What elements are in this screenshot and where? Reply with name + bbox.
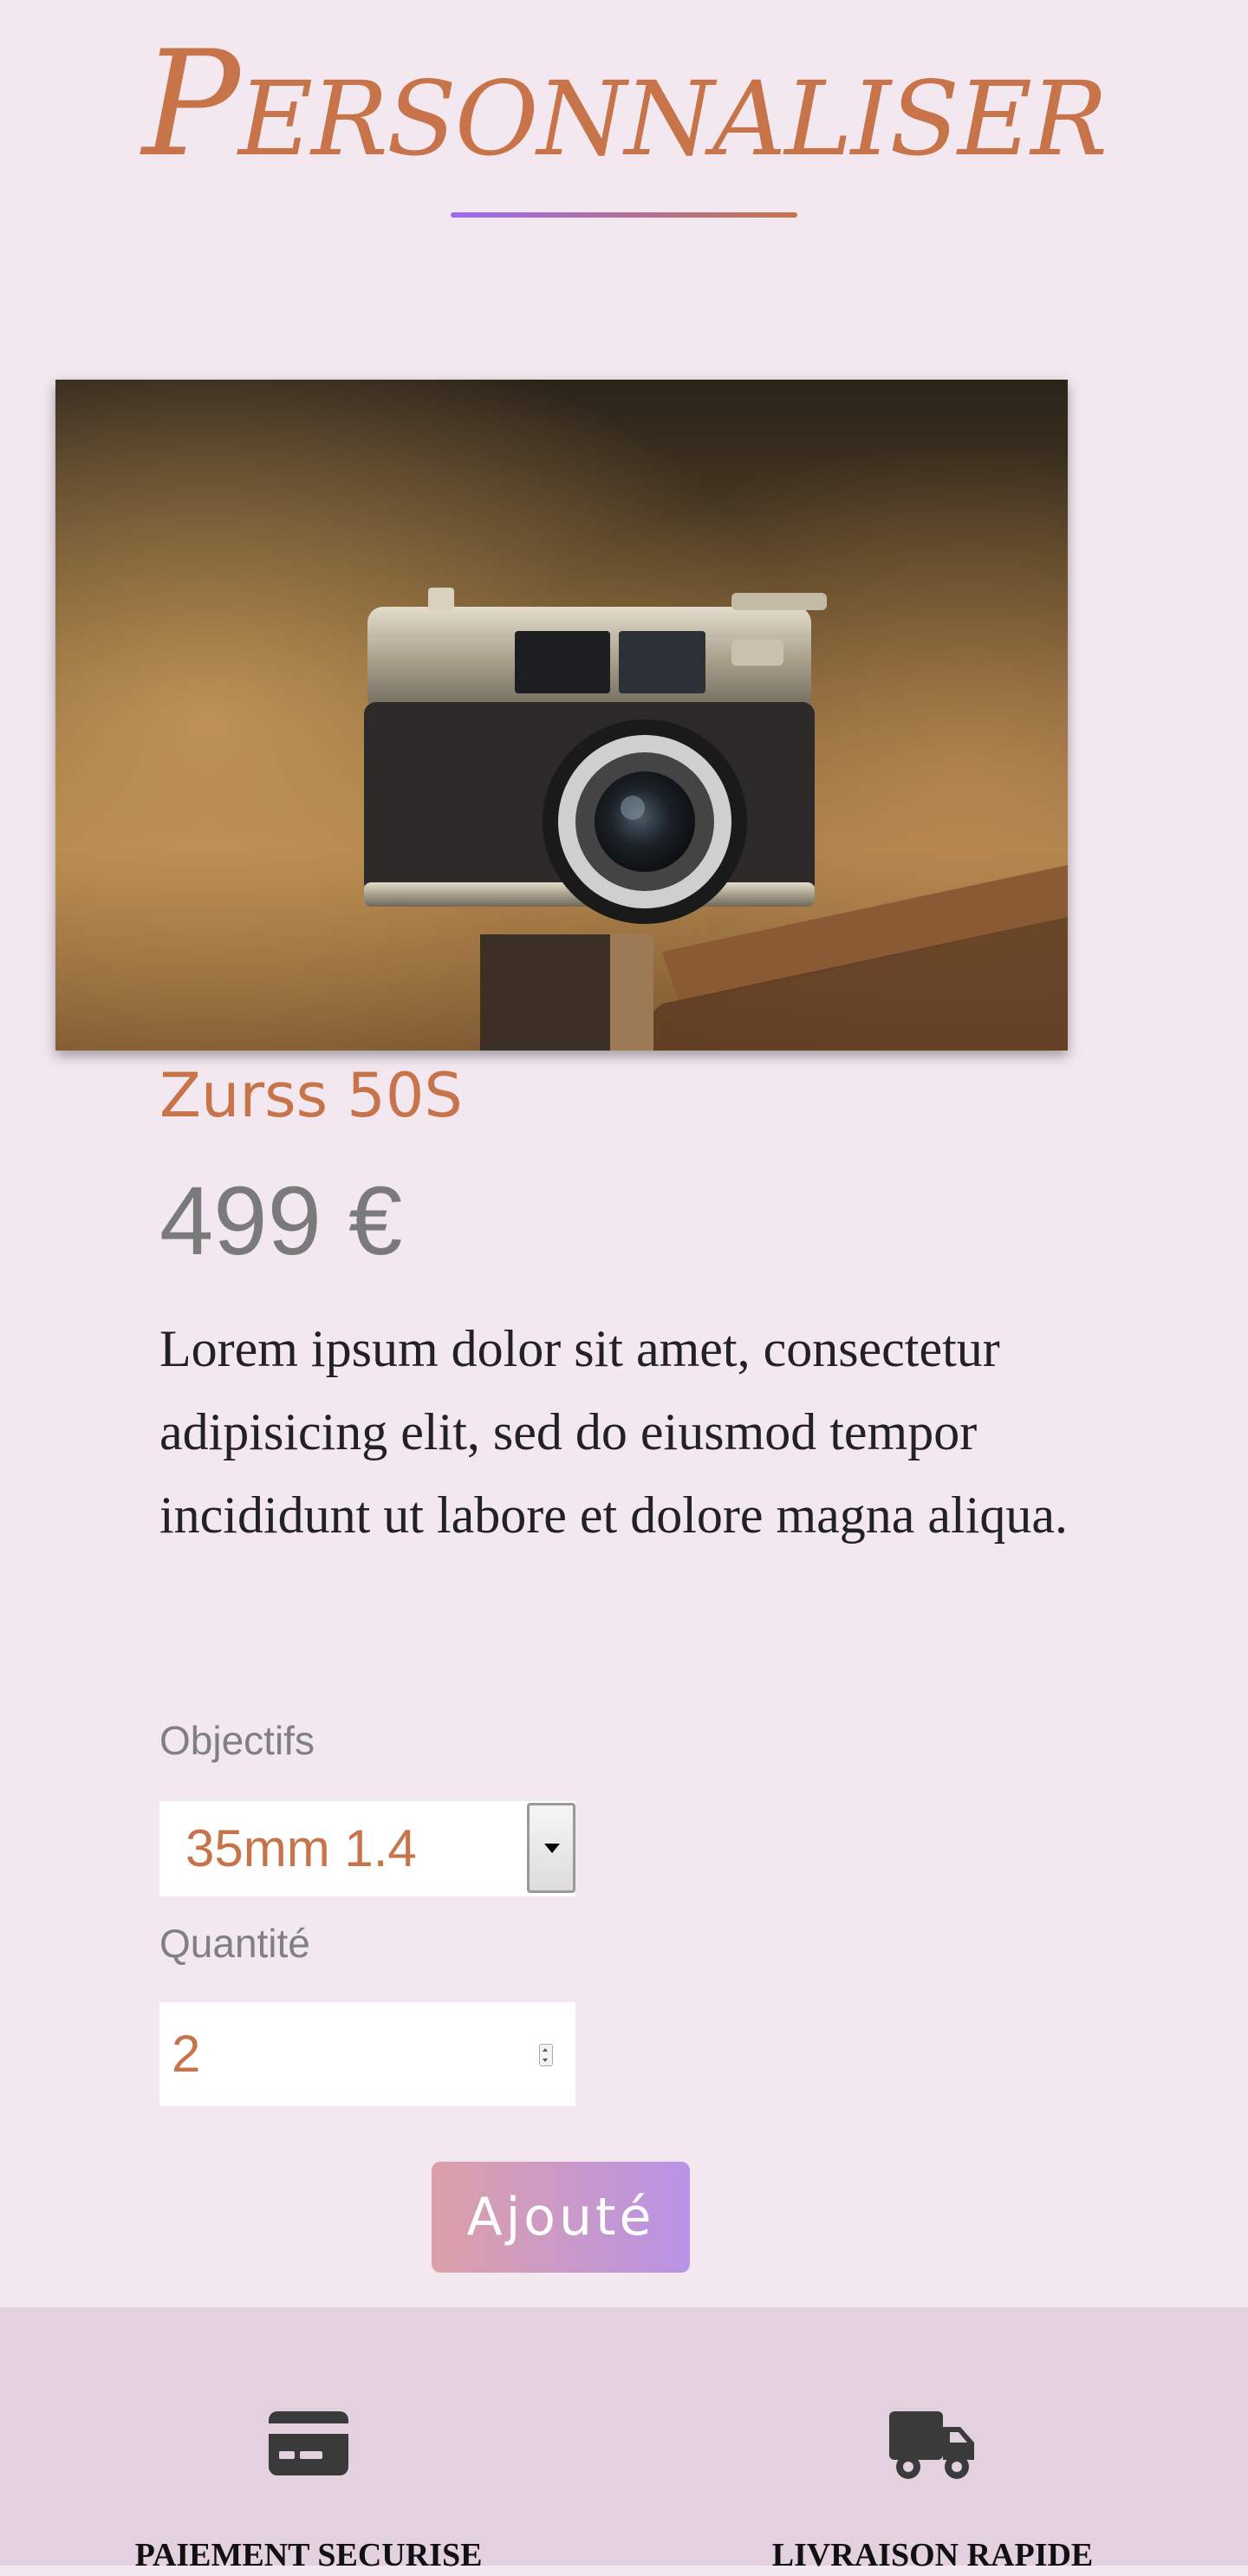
truck-icon bbox=[889, 2411, 976, 2486]
lens-selected-value: 35mm 1.4 bbox=[185, 1819, 417, 1877]
lens-label: Objectifs bbox=[159, 1718, 315, 1763]
product-description: Lorem ipsum dolor sit amet, consectetur … bbox=[159, 1320, 1069, 1544]
feature-label: LIVRAISON RAPIDE bbox=[771, 2537, 1094, 2573]
add-to-cart-button[interactable]: Ajouté bbox=[432, 2162, 690, 2273]
credit-card-icon bbox=[269, 2411, 348, 2479]
lens-select[interactable]: 35mm 1.4 bbox=[159, 1801, 575, 1896]
feature-label: PAIEMENT SECURISE bbox=[134, 2537, 483, 2573]
quantity-value: 2 bbox=[172, 2025, 201, 2083]
page-title: Personnaliser bbox=[141, 19, 1108, 189]
chevron-down-icon[interactable] bbox=[527, 1803, 575, 1893]
quantity-input[interactable]: 2 bbox=[159, 2002, 575, 2106]
quantity-stepper[interactable] bbox=[539, 2044, 553, 2066]
title-underline bbox=[451, 212, 797, 218]
quantity-label: Quantité bbox=[159, 1921, 310, 1966]
product-image bbox=[55, 380, 1068, 1051]
footer: PAIEMENT SECURISE LIVRAISON RAPIDE bbox=[0, 2307, 1248, 2573]
product-price: 499 € bbox=[159, 1167, 403, 1275]
product-name: Zurss 50S bbox=[159, 1060, 463, 1131]
